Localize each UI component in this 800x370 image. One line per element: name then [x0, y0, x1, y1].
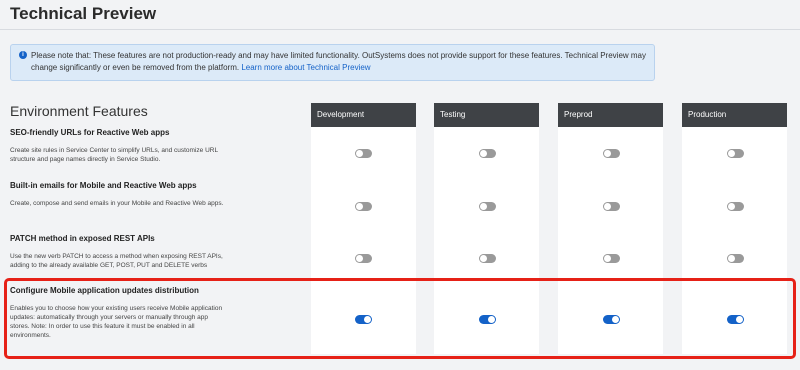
- toggle-patch-production[interactable]: [727, 254, 744, 263]
- feature-row-seo-urls: SEO-friendly URLs for Reactive Web apps …: [10, 128, 290, 164]
- feature-row-patch-method: PATCH method in exposed REST APIs Use th…: [10, 234, 290, 270]
- feature-description: Create, compose and send emails in your …: [10, 200, 224, 207]
- feature-row-built-in-emails: Built-in emails for Mobile and Reactive …: [10, 181, 290, 208]
- feature-row-mobile-updates: Configure Mobile application updates dis…: [10, 286, 290, 340]
- toggle-patch-preprod[interactable]: [603, 254, 620, 263]
- feature-name: PATCH method in exposed REST APIs: [10, 234, 155, 243]
- toggle-patch-testing[interactable]: [479, 254, 496, 263]
- feature-name: Built-in emails for Mobile and Reactive …: [10, 181, 197, 190]
- info-notice: i Please note that: These features are n…: [10, 44, 655, 81]
- feature-name: Configure Mobile application updates dis…: [10, 286, 199, 295]
- learn-more-link[interactable]: Learn more about Technical Preview: [241, 63, 370, 72]
- toggle-seo-urls-production[interactable]: [727, 149, 744, 158]
- toggle-seo-urls-development[interactable]: [355, 149, 372, 158]
- feature-description: Enables you to choose how your existing …: [10, 305, 223, 339]
- toggle-emails-production[interactable]: [727, 202, 744, 211]
- toggle-mobile-updates-preprod[interactable]: [603, 315, 620, 324]
- section-title: Environment Features: [10, 103, 148, 119]
- page-title: Technical Preview: [10, 4, 157, 23]
- feature-description: Use the new verb PATCH to access a metho…: [10, 253, 223, 269]
- env-header-testing: Testing: [434, 103, 539, 127]
- env-header-production: Production: [682, 103, 787, 127]
- toggle-mobile-updates-production[interactable]: [727, 315, 744, 324]
- toggle-patch-development[interactable]: [355, 254, 372, 263]
- env-header-preprod: Preprod: [558, 103, 663, 127]
- toggle-mobile-updates-testing[interactable]: [479, 315, 496, 324]
- info-icon: i: [19, 51, 27, 59]
- toggle-emails-preprod[interactable]: [603, 202, 620, 211]
- toggle-emails-development[interactable]: [355, 202, 372, 211]
- feature-description: Create site rules in Service Center to s…: [10, 147, 218, 163]
- env-header-development: Development: [311, 103, 416, 127]
- title-divider: [0, 29, 800, 30]
- toggle-emails-testing[interactable]: [479, 202, 496, 211]
- toggle-mobile-updates-development[interactable]: [355, 315, 372, 324]
- toggle-seo-urls-preprod[interactable]: [603, 149, 620, 158]
- toggle-seo-urls-testing[interactable]: [479, 149, 496, 158]
- feature-name: SEO-friendly URLs for Reactive Web apps: [10, 128, 170, 137]
